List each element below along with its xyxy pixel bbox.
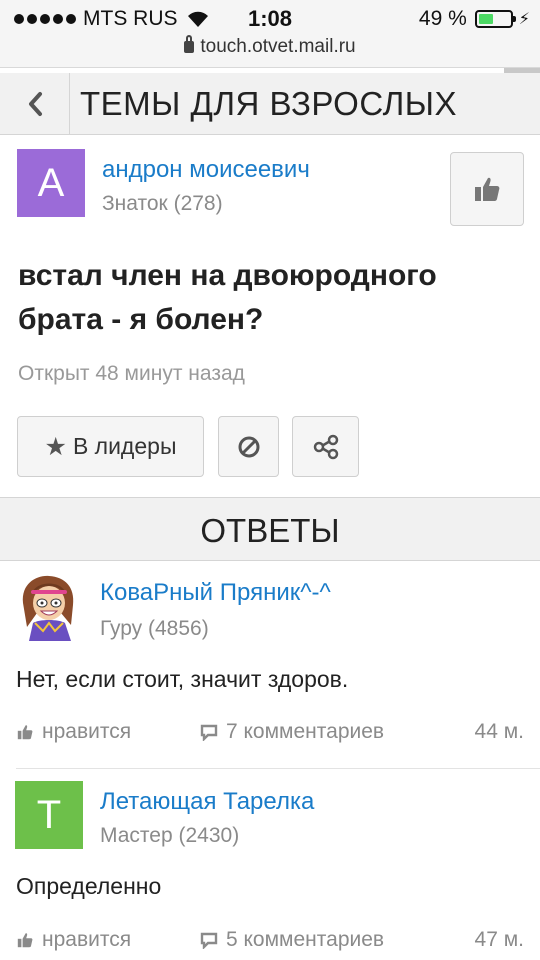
lock-icon	[184, 35, 195, 53]
page-header: ТЕМЫ ДЛЯ ВЗРОСЛЫХ	[0, 73, 540, 135]
report-button[interactable]	[218, 416, 279, 477]
question-opened-time: Открыт 48 минут назад	[18, 362, 245, 385]
thumbs-up-icon	[475, 177, 500, 201]
back-button[interactable]	[0, 73, 70, 134]
author-name-link[interactable]: КоваРный Пряник^-^	[100, 579, 331, 607]
thumbs-up-icon	[17, 933, 33, 948]
chevron-left-icon	[28, 91, 42, 116]
like-label: нравится	[42, 720, 132, 743]
answers-title: ОТВЕТЫ	[200, 512, 340, 549]
answer-time-text: 47 м.	[474, 928, 524, 951]
answer-text: Определенно	[16, 873, 162, 899]
to-leaders-button[interactable]: ★ В лидеры	[17, 416, 204, 477]
answer-time-text: 44 м.	[474, 720, 524, 743]
avatar[interactable]	[15, 573, 83, 641]
comments-count: 7 комментариев	[226, 720, 385, 743]
star-icon: ★	[44, 432, 67, 461]
like-answer-button[interactable]: нравится	[16, 928, 131, 952]
share-icon	[313, 434, 338, 459]
avatar[interactable]: Т	[15, 781, 83, 849]
battery-icon	[474, 10, 516, 28]
comments-link[interactable]: 7 комментариев	[200, 720, 384, 744]
divider	[16, 768, 540, 769]
block-icon	[238, 436, 259, 457]
author-name-link[interactable]: андрон моисеевич	[102, 156, 310, 184]
author-rank: Гуру (4856)	[100, 617, 209, 640]
author-rank: Мастер (2430)	[100, 824, 240, 847]
answers-section-header: ОТВЕТЫ	[0, 497, 540, 561]
comments-link[interactable]: 5 комментариев	[200, 928, 384, 952]
comment-icon	[200, 724, 218, 741]
answer-time: 47 м.	[475, 928, 524, 952]
like-label: нравится	[42, 928, 132, 951]
url-text: touch.otvet.mail.ru	[200, 36, 356, 57]
question-title: встал член на двоюродного брата - я боле…	[18, 259, 437, 336]
author-rank: Знаток (278)	[102, 192, 223, 215]
battery-group: 49 % ⚡	[419, 7, 530, 31]
like-answer-button[interactable]: нравится	[16, 720, 131, 744]
to-leaders-label: В лидеры	[72, 433, 177, 459]
share-button[interactable]	[292, 416, 359, 477]
avatar[interactable]: А	[17, 149, 85, 217]
thumbs-up-icon	[17, 725, 33, 740]
battery-percent: 49 %	[418, 7, 467, 30]
answer-time: 44 м.	[475, 720, 524, 744]
page-title: ТЕМЫ ДЛЯ ВЗРОСЛЫХ	[80, 85, 457, 122]
comments-count: 5 комментариев	[226, 928, 385, 951]
charging-icon: ⚡	[518, 11, 530, 28]
comment-icon	[200, 932, 218, 949]
author-name-link[interactable]: Летающая Тарелка	[100, 788, 314, 816]
status-bar: MTS RUS 1:08 49 % ⚡ touch.otvet.mail.ru	[0, 0, 540, 68]
answer-text: Нет, если стоит, значит здоров.	[16, 666, 349, 692]
url-bar[interactable]: touch.otvet.mail.ru	[0, 35, 540, 58]
like-button[interactable]	[450, 152, 524, 226]
